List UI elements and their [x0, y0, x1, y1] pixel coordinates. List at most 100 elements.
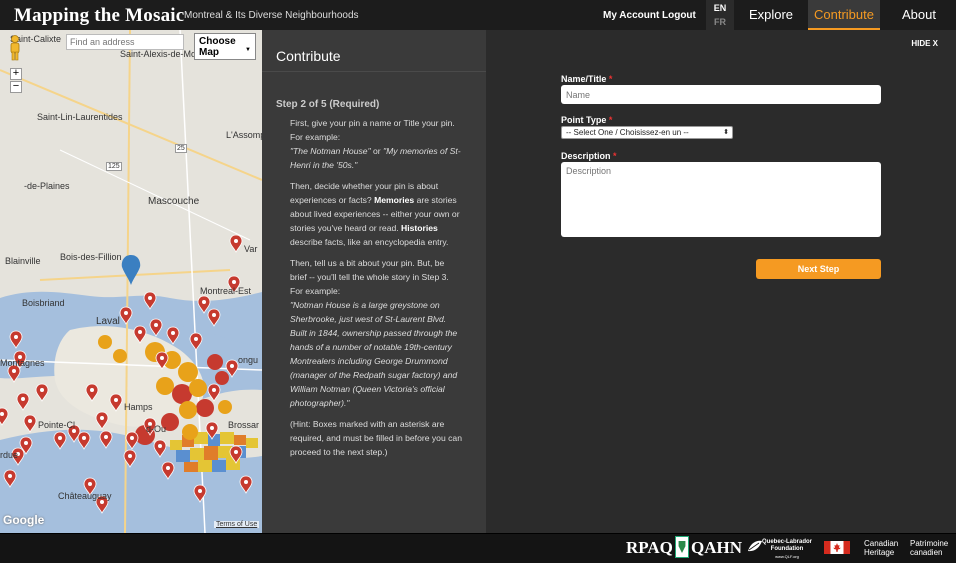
language-en[interactable]: EN	[706, 3, 734, 13]
point-type-label: Point Type *	[561, 115, 613, 125]
map-label: rdue	[0, 450, 19, 460]
choose-map-label: Choose Map	[199, 36, 236, 58]
terms-of-use-link[interactable]: Terms of Use	[214, 521, 260, 528]
name-title-label: Name/Title *	[561, 74, 613, 84]
selected-pin[interactable]	[121, 255, 141, 285]
map-pin[interactable]	[23, 414, 37, 433]
app-window: Mapping the Mosaic Montreal & Its Divers…	[0, 0, 956, 563]
map-pin-dot	[138, 330, 142, 334]
map-pin-dot	[234, 239, 238, 243]
qlf-logo[interactable]: Quebec-Labrador Foundation www.QLF.org	[762, 539, 812, 560]
map-pin-dot	[24, 441, 28, 445]
choose-map-dropdown[interactable]: Choose Map ▼	[194, 33, 256, 60]
tab-contribute[interactable]: Contribute	[808, 0, 880, 30]
description-textarea[interactable]	[561, 162, 881, 237]
map-pin-dot	[210, 426, 214, 430]
map-pin-dot	[14, 335, 18, 339]
map-pin-dot	[166, 466, 170, 470]
map-pin-dot	[212, 388, 216, 392]
zoom-out-button[interactable]: −	[10, 81, 22, 93]
map-pin[interactable]	[35, 383, 49, 402]
map-label: Montagnes	[0, 358, 45, 368]
chevron-down-icon: ▼	[245, 47, 251, 53]
map-pin-dot	[12, 369, 16, 373]
description-label: Description *	[561, 151, 617, 161]
map-pin-dot	[194, 337, 198, 341]
map-canvas[interactable]	[0, 30, 262, 533]
map-pin-dot	[40, 388, 44, 392]
map-label: d-Ou	[146, 424, 167, 434]
canadian-heritage-text[interactable]: Canadian Heritage	[864, 539, 898, 557]
map-pin-dot	[104, 435, 108, 439]
map-label: L'Assomp	[226, 130, 262, 140]
tab-explore[interactable]: Explore	[736, 0, 806, 30]
map-label: -de-Plaines	[24, 181, 70, 191]
map-label: Hamps	[124, 402, 153, 412]
map-label: Mascouche	[148, 196, 200, 207]
top-navigation-bar: Mapping the Mosaic Montreal & Its Divers…	[0, 0, 956, 30]
name-title-input[interactable]	[561, 85, 881, 104]
instructions-hint: (Hint: Boxes marked with an asterisk are…	[290, 419, 462, 457]
next-step-button[interactable]: Next Step	[756, 259, 881, 279]
panel-header: Contribute	[262, 30, 486, 72]
map-label: Saint-Alexis-de-Mo	[120, 49, 197, 59]
map-label: Brossar	[228, 420, 260, 430]
map-pin-dot	[198, 489, 202, 493]
qahn-emblem-icon	[675, 536, 689, 558]
map-road	[0, 69, 262, 181]
qahn-logo[interactable]: QAHN	[691, 538, 742, 558]
map-pin-dot	[128, 454, 132, 458]
canada-flag-icon	[824, 541, 850, 554]
contribute-form-panel: HIDE X Name/Title * Point Type * -- Sele…	[486, 30, 956, 533]
map-label: Laval	[96, 316, 120, 327]
map-pin-dot	[158, 444, 162, 448]
site-subtitle: Montreal & Its Diverse Neighbourhoods	[184, 10, 359, 21]
zoom-in-button[interactable]: +	[10, 68, 22, 80]
map-pin-dot	[160, 356, 164, 360]
logout-link[interactable]: Logout	[662, 10, 696, 21]
map-label: Bois-des-Fillion	[60, 252, 122, 262]
map-pin-dot	[100, 416, 104, 420]
site-title[interactable]: Mapping the Mosaic	[14, 5, 184, 27]
map-pin-dot	[244, 480, 248, 484]
map-pin-dot	[90, 388, 94, 392]
step-title: Step 2 of 5 (Required)	[276, 99, 380, 110]
panel-title: Contribute	[276, 48, 341, 64]
map-pin[interactable]	[0, 407, 9, 426]
map-pin-dot	[0, 412, 4, 416]
map-pin-dot	[230, 364, 234, 368]
map-label: ongu	[238, 355, 259, 365]
map-label: Boisbriand	[22, 298, 65, 308]
my-account-link[interactable]: My Account	[603, 10, 659, 21]
contribute-instructions-panel: Contribute Step 2 of 5 (Required) First,…	[262, 30, 486, 533]
patrimoine-canadien-text[interactable]: Patrimoine canadien	[910, 539, 948, 557]
tab-about[interactable]: About	[882, 0, 956, 30]
street-view-pegman-icon[interactable]	[8, 35, 22, 61]
google-logo: Google	[3, 513, 45, 527]
language-fr[interactable]: FR	[706, 17, 734, 27]
map-view[interactable]: Saint-Calixte Saint-Alexis-de-Mo Saint-L…	[0, 30, 262, 533]
map-label: Montreal-Est	[200, 286, 252, 296]
map-pin[interactable]	[95, 411, 109, 430]
language-switcher: EN FR	[706, 0, 734, 30]
map-label: Saint-Lin-Laurentides	[37, 112, 123, 122]
map-pin-dot	[212, 313, 216, 317]
point-type-selected: -- Select One / Choisissez-en un --	[566, 128, 689, 137]
map-pin-dot	[28, 419, 32, 423]
footer-divider	[0, 533, 956, 534]
map-pin-dot	[130, 436, 134, 440]
map-pin-dot	[21, 397, 25, 401]
point-type-select[interactable]: -- Select One / Choisissez-en un -- ⬍	[561, 126, 733, 139]
map-pin[interactable]	[16, 392, 30, 411]
instructions-paragraph: Then, decide whether your pin is about e…	[290, 181, 460, 247]
map-pin-dot	[88, 482, 92, 486]
map-pin-dot	[171, 331, 175, 335]
rpaq-logo[interactable]: RPAQ	[626, 538, 673, 558]
map-pin-dot	[124, 311, 128, 315]
instructions-paragraph: First, give your pin a name or Title you…	[290, 118, 461, 170]
map-pin[interactable]	[207, 383, 221, 402]
address-search-input[interactable]	[66, 34, 184, 50]
sponsor-footer: RPAQ QAHN Quebec-Labrador Foundation www…	[0, 533, 956, 563]
hide-panel-button[interactable]: HIDE X	[911, 39, 938, 48]
map-pin[interactable]	[229, 234, 243, 253]
